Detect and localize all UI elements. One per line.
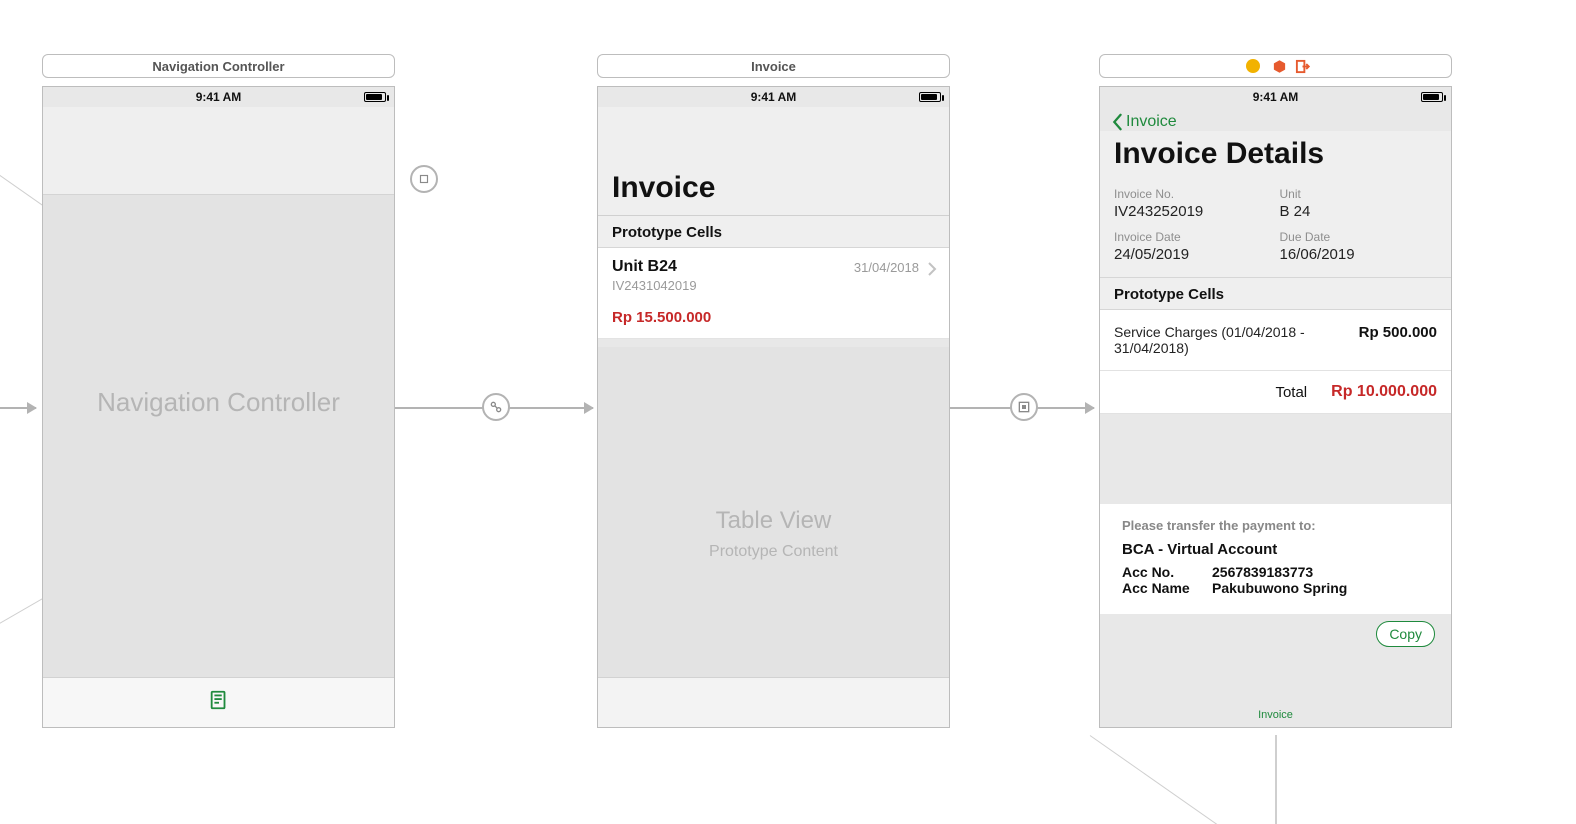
invoice-date-value: 24/05/2019 <box>1114 246 1272 263</box>
cube-icon <box>1272 59 1287 74</box>
status-bar: 9:41 AM <box>598 87 949 107</box>
invoice-cell[interactable]: Unit B24 IV2431042019 Rp 15.500.000 31/0… <box>598 248 949 339</box>
battery-icon <box>364 91 386 105</box>
bank-name: BCA - Virtual Account <box>1122 541 1429 558</box>
section-header: Prototype Cells <box>1100 278 1451 310</box>
segue-show-icon[interactable] <box>1010 393 1038 421</box>
due-date-value: 16/06/2019 <box>1280 246 1438 263</box>
tv-placeholder-title: Table View <box>598 507 949 535</box>
tab-bar <box>598 677 949 727</box>
invoice-no-value: IV243252019 <box>1114 203 1272 220</box>
invoice-date-label: Invoice Date <box>1114 230 1272 244</box>
unit-value: B 24 <box>1280 203 1438 220</box>
segue-relationship-icon[interactable] <box>482 393 510 421</box>
status-bar: 9:41 AM <box>43 87 394 107</box>
charge-desc: Service Charges (01/04/2018 - 31/04/2018… <box>1114 324 1359 356</box>
storyboard-canvas[interactable]: Navigation Controller 9:41 AM Navigation… <box>0 0 1576 824</box>
total-row: Total Rp 10.000.000 <box>1100 371 1451 414</box>
nav-bar-area <box>43 107 394 195</box>
segue-present-icon[interactable] <box>410 165 438 193</box>
table-view-placeholder: Table View Prototype Content <box>598 507 949 561</box>
device-nav-controller[interactable]: 9:41 AM Navigation Controller <box>42 86 395 728</box>
table-view-background: Table View Prototype Content <box>598 347 949 677</box>
exit-icon <box>1295 59 1310 74</box>
segue-arrow <box>0 407 36 409</box>
content-area <box>43 195 394 677</box>
scene-title-invoice[interactable]: Invoice <box>597 54 950 78</box>
scene-title-nav[interactable]: Navigation Controller <box>42 54 395 78</box>
invoice-no-label: Invoice No. <box>1114 187 1272 201</box>
warning-icon <box>1242 59 1264 73</box>
status-time: 9:41 AM <box>751 90 797 104</box>
chevron-right-icon <box>927 262 937 279</box>
copy-button[interactable]: Copy <box>1376 621 1435 647</box>
device-invoice-details[interactable]: 9:41 AM Invoice Invoice Details Invoice … <box>1099 86 1452 728</box>
scene-title-details[interactable] <box>1099 54 1452 78</box>
back-button[interactable]: Invoice <box>1100 107 1451 131</box>
page-title: Invoice <box>598 159 949 216</box>
page-title: Invoice Details <box>1100 131 1451 181</box>
section-header: Prototype Cells <box>598 216 949 248</box>
nav-bar-spacer <box>598 107 949 159</box>
spacer <box>1100 414 1451 504</box>
cell-date: 31/04/2018 <box>854 260 919 275</box>
accno-value: 2567839183773 <box>1212 564 1313 580</box>
tab-bar <box>43 677 394 727</box>
decorative-line <box>1090 735 1336 824</box>
accno-label: Acc No. <box>1122 564 1212 580</box>
back-label: Invoice <box>1126 113 1177 131</box>
tab-item-invoice[interactable]: Invoice <box>1100 709 1451 721</box>
total-amount: Rp 10.000.000 <box>1331 383 1437 401</box>
due-date-label: Due Date <box>1280 230 1438 244</box>
cell-code: IV2431042019 <box>612 278 935 293</box>
battery-icon <box>919 91 941 105</box>
total-label: Total <box>1275 384 1307 401</box>
accname-value: Pakubuwono Spring <box>1212 580 1347 596</box>
cell-price: Rp 15.500.000 <box>612 309 935 326</box>
tv-placeholder-sub: Prototype Content <box>598 543 949 561</box>
charge-amount: Rp 500.000 <box>1359 324 1437 341</box>
status-bar: 9:41 AM <box>1100 87 1451 107</box>
invoice-meta: Invoice No. IV243252019 Invoice Date 24/… <box>1100 181 1451 278</box>
unit-label: Unit <box>1280 187 1438 201</box>
status-time: 9:41 AM <box>1253 90 1299 104</box>
status-time: 9:41 AM <box>196 90 242 104</box>
device-invoice-list[interactable]: 9:41 AM Invoice Prototype Cells Unit B24… <box>597 86 950 728</box>
payment-info: Please transfer the payment to: BCA - Vi… <box>1100 504 1451 614</box>
payment-hint: Please transfer the payment to: <box>1122 518 1429 533</box>
invoice-tab-icon[interactable] <box>208 689 230 716</box>
decorative-line <box>1275 735 1277 824</box>
chevron-left-icon <box>1110 113 1124 131</box>
nav-controller-placeholder: Navigation Controller <box>43 387 394 418</box>
accname-label: Acc Name <box>1122 580 1212 596</box>
battery-icon <box>1421 91 1443 105</box>
charge-row[interactable]: Service Charges (01/04/2018 - 31/04/2018… <box>1100 310 1451 371</box>
